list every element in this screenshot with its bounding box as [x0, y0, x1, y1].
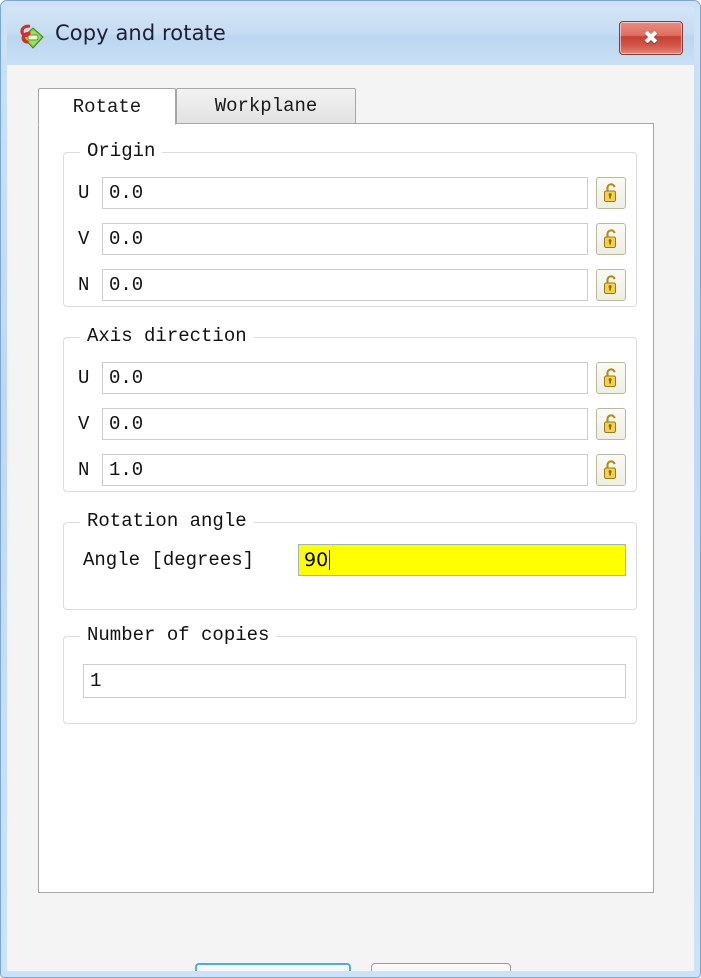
copy-rotate-icon: [19, 23, 47, 51]
origin-v-label: V: [78, 228, 90, 250]
tab-workplane-label: Workplane: [214, 95, 318, 117]
angle-degrees-label: Angle [degrees]: [83, 549, 255, 571]
origin-row-v: V 0.0: [64, 223, 636, 257]
origin-n-input[interactable]: 0.0: [102, 269, 588, 301]
group-origin: Origin U 0.0 V 0.0 N 0.0: [63, 140, 637, 307]
origin-v-input[interactable]: 0.0: [102, 223, 588, 255]
tab-rotate-label: Rotate: [72, 95, 142, 118]
axis-u-label: U: [78, 367, 90, 389]
origin-n-label: N: [78, 274, 90, 296]
dialog-window-inner: Copy and rotate ✖ Rotate Workplane Origi: [7, 7, 694, 971]
axis-n-label: N: [78, 459, 90, 481]
tab-workplane[interactable]: Workplane: [176, 88, 356, 124]
origin-u-unlocked-padlock-icon[interactable]: [596, 177, 626, 209]
ok-button[interactable]: OK: [195, 963, 351, 971]
origin-u-label: U: [78, 182, 90, 204]
axis-v-label: V: [78, 413, 90, 435]
angle-input-value: 90: [304, 549, 329, 571]
axis-v-input[interactable]: 0.0: [102, 408, 588, 440]
text-caret: [329, 550, 331, 570]
cancel-button[interactable]: Cancel: [371, 963, 511, 971]
tab-panel-rotate: Origin U 0.0 V 0.0 N 0.0 Axis direction …: [38, 123, 654, 893]
origin-n-unlocked-padlock-icon[interactable]: [596, 269, 626, 301]
close-icon: ✖: [643, 27, 659, 49]
axis-u-input[interactable]: 0.0: [102, 362, 588, 394]
group-number-of-copies: Number of copies 1: [63, 624, 637, 724]
group-axis-direction-title: Axis direction: [80, 325, 254, 347]
axis-row-u: U 0.0: [64, 362, 636, 396]
group-rotation-angle: Rotation angle Angle [degrees] 90: [63, 510, 637, 610]
axis-n-unlocked-padlock-icon[interactable]: [596, 454, 626, 486]
axis-row-v: V 0.0: [64, 408, 636, 442]
dialog-window: Copy and rotate ✖ Rotate Workplane Origi: [0, 0, 701, 978]
title-bar: Copy and rotate ✖: [7, 7, 694, 66]
origin-row-u: U 0.0: [64, 177, 636, 211]
axis-v-unlocked-padlock-icon[interactable]: [596, 408, 626, 440]
angle-input[interactable]: 90: [298, 544, 626, 576]
axis-u-unlocked-padlock-icon[interactable]: [596, 362, 626, 394]
group-rotation-angle-title: Rotation angle: [80, 510, 254, 532]
close-button[interactable]: ✖: [619, 21, 683, 55]
origin-u-input[interactable]: 0.0: [102, 177, 588, 209]
tab-strip: Rotate Workplane: [38, 88, 654, 125]
tab-rotate[interactable]: Rotate: [38, 88, 176, 125]
number-of-copies-input[interactable]: 1: [83, 664, 626, 698]
dialog-body: Rotate Workplane Origin U 0.0 V 0.0 N 0.…: [7, 65, 694, 971]
group-number-of-copies-title: Number of copies: [80, 624, 277, 646]
origin-v-unlocked-padlock-icon[interactable]: [596, 223, 626, 255]
axis-row-n: N 1.0: [64, 454, 636, 488]
window-title: Copy and rotate: [55, 21, 226, 45]
group-axis-direction: Axis direction U 0.0 V 0.0 N 1.0: [63, 325, 637, 492]
origin-row-n: N 0.0: [64, 269, 636, 303]
axis-n-input[interactable]: 1.0: [102, 454, 588, 486]
group-origin-title: Origin: [80, 140, 163, 162]
